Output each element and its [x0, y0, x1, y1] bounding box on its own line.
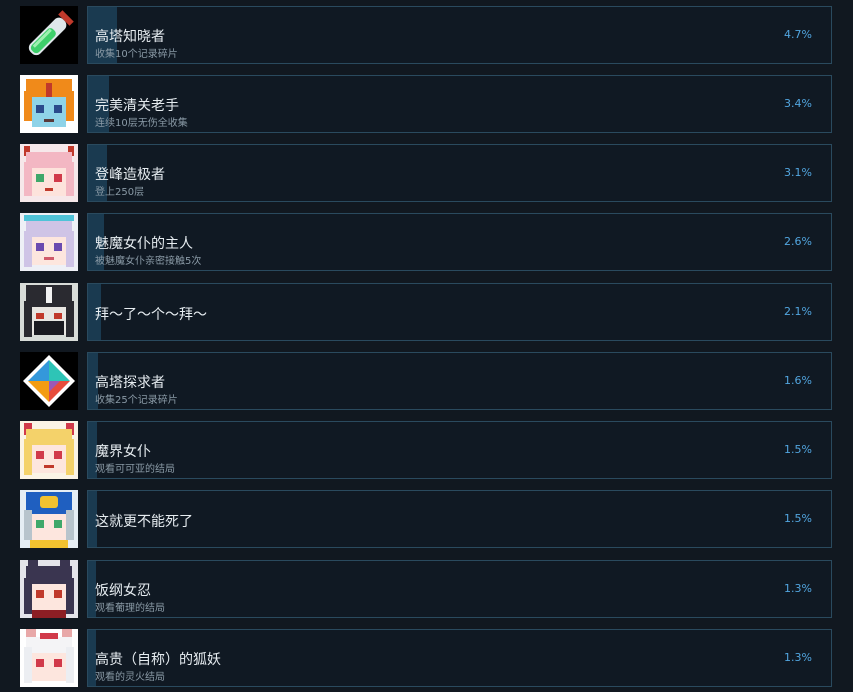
- achievement-percent: 2.6%: [784, 235, 812, 248]
- colorful-diamond-icon: [20, 352, 78, 410]
- achievement-list: 高塔知晓者 收集10个记录碎片 4.7% 完美清关老手 连续10层无伤全收集 3…: [0, 0, 853, 692]
- achievement-row[interactable]: 这就更不能死了 1.5%: [20, 490, 832, 549]
- achievement-description: 被魅魔女仆亲密接触5次: [95, 256, 202, 267]
- cap-girl-icon: [20, 490, 78, 548]
- achievement-percent: 1.5%: [784, 512, 812, 525]
- achievement-row[interactable]: 登峰造极者 登上250层 3.1%: [20, 144, 832, 203]
- achievement-panel: 登峰造极者 登上250层 3.1%: [87, 144, 832, 202]
- achievement-title: 魔界女仆: [95, 444, 151, 460]
- achievement-panel: 完美清关老手 连续10层无伤全收集 3.4%: [87, 75, 832, 133]
- achievement-title: 高贵（自称）的狐妖: [95, 652, 221, 668]
- achievement-panel: 这就更不能死了 1.5%: [87, 490, 832, 548]
- achievement-percent: 1.3%: [784, 651, 812, 664]
- achievement-row[interactable]: 完美清关老手 连续10层无伤全收集 3.4%: [20, 75, 832, 134]
- achievement-percent: 1.6%: [784, 374, 812, 387]
- achievement-row[interactable]: 高塔探求者 收集25个记录碎片 1.6%: [20, 352, 832, 411]
- achievement-title: 高塔知晓者: [95, 29, 165, 45]
- potion-tube-icon: [20, 6, 78, 64]
- achievement-title: 高塔探求者: [95, 375, 165, 391]
- achievement-description: 连续10层无伤全收集: [95, 118, 188, 129]
- fox-girl-icon: [20, 629, 78, 687]
- achievement-title: 魅魔女仆的主人: [95, 236, 193, 252]
- achievement-panel: 魔界女仆 观看可可亚的结局 1.5%: [87, 421, 832, 479]
- achievement-panel: 高塔探求者 收集25个记录碎片 1.6%: [87, 352, 832, 410]
- pink-hair-horned-girl-icon: [20, 144, 78, 202]
- achievement-row[interactable]: 高贵（自称）的狐妖 观看的灵火结局 1.3%: [20, 629, 832, 688]
- achievement-percent: 2.1%: [784, 305, 812, 318]
- blonde-demon-maid-icon: [20, 421, 78, 479]
- masked-girl-icon: [20, 283, 78, 341]
- achievement-title: 这就更不能死了: [95, 514, 193, 530]
- achievement-title: 饭纲女忍: [95, 583, 151, 599]
- achievement-title: 完美清关老手: [95, 98, 179, 114]
- achievement-row[interactable]: 高塔知晓者 收集10个记录碎片 4.7%: [20, 6, 832, 65]
- achievement-title: 拜～了～个～拜～: [95, 307, 207, 323]
- achievement-percent: 3.4%: [784, 97, 812, 110]
- achievement-description: 观看葡理的结局: [95, 603, 165, 614]
- achievement-percent: 3.1%: [784, 166, 812, 179]
- succubus-maid-icon: [20, 213, 78, 271]
- achievement-panel: 高塔知晓者 收集10个记录碎片 4.7%: [87, 6, 832, 64]
- achievement-title: 登峰造极者: [95, 167, 165, 183]
- achievement-panel: 拜～了～个～拜～ 2.1%: [87, 283, 832, 341]
- achievement-row[interactable]: 魅魔女仆的主人 被魅魔女仆亲密接触5次 2.6%: [20, 213, 832, 272]
- achievement-percent: 1.3%: [784, 582, 812, 595]
- achievement-description: 观看的灵火结局: [95, 672, 165, 683]
- achievement-panel: 高贵（自称）的狐妖 观看的灵火结局 1.3%: [87, 629, 832, 687]
- achievement-row[interactable]: 饭纲女忍 观看葡理的结局 1.3%: [20, 560, 832, 619]
- achievement-panel: 饭纲女忍 观看葡理的结局 1.3%: [87, 560, 832, 618]
- achievement-description: 登上250层: [95, 187, 145, 198]
- achievement-row[interactable]: 魔界女仆 观看可可亚的结局 1.5%: [20, 421, 832, 480]
- achievement-panel: 魅魔女仆的主人 被魅魔女仆亲密接触5次 2.6%: [87, 213, 832, 271]
- orange-hair-girl-icon: [20, 75, 78, 133]
- achievement-row[interactable]: 拜～了～个～拜～ 2.1%: [20, 283, 832, 342]
- achievement-description: 观看可可亚的结局: [95, 464, 175, 475]
- achievement-description: 收集25个记录碎片: [95, 395, 178, 406]
- achievement-description: 收集10个记录碎片: [95, 49, 178, 60]
- ninja-girl-icon: [20, 560, 78, 618]
- achievement-percent: 4.7%: [784, 28, 812, 41]
- achievement-percent: 1.5%: [784, 443, 812, 456]
